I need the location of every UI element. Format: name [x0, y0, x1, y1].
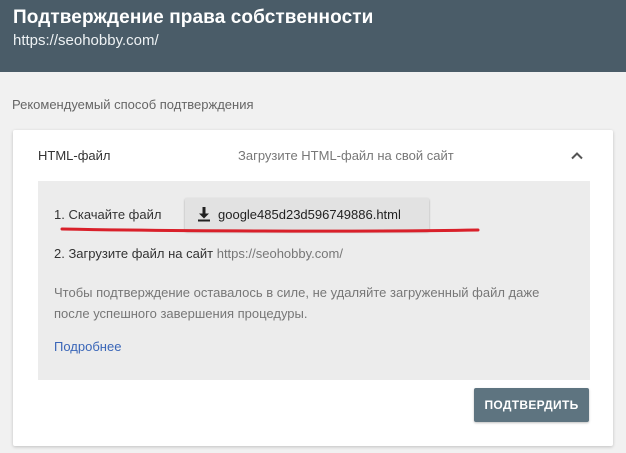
step2-label: 2. Загрузите файл на сайт	[54, 246, 214, 261]
annotation-underline	[60, 227, 480, 233]
page-title: Подтверждение права собственности	[13, 7, 374, 28]
property-url: https://seohobby.com/	[13, 32, 159, 49]
confirm-button[interactable]: ПОДТВЕРДИТЬ	[474, 388, 589, 422]
method-description: Загрузите HTML-файл на свой сайт	[238, 148, 454, 163]
download-filename: google485d23d596749886.html	[218, 207, 401, 222]
retention-note: Чтобы подтверждение оставалось в силе, н…	[54, 285, 540, 321]
chevron-up-icon[interactable]	[569, 148, 585, 164]
method-name: HTML-файл	[38, 148, 111, 163]
page-header: Подтверждение права собственности https:…	[0, 0, 626, 72]
verification-method-card: HTML-файл Загрузите HTML-файл на свой са…	[13, 130, 613, 446]
section-label: Рекомендуемый способ подтверждения	[12, 97, 254, 112]
step2-text: 2. Загрузите файл на сайт https://seohob…	[54, 246, 343, 261]
step2-site: https://seohobby.com/	[216, 246, 343, 261]
step1-label: 1. Скачайте файл	[54, 207, 162, 222]
learn-more-link[interactable]: Подробнее	[54, 339, 121, 354]
download-icon	[198, 207, 210, 222]
method-details-panel: 1. Скачайте файл google485d23d596749886.…	[38, 181, 590, 380]
